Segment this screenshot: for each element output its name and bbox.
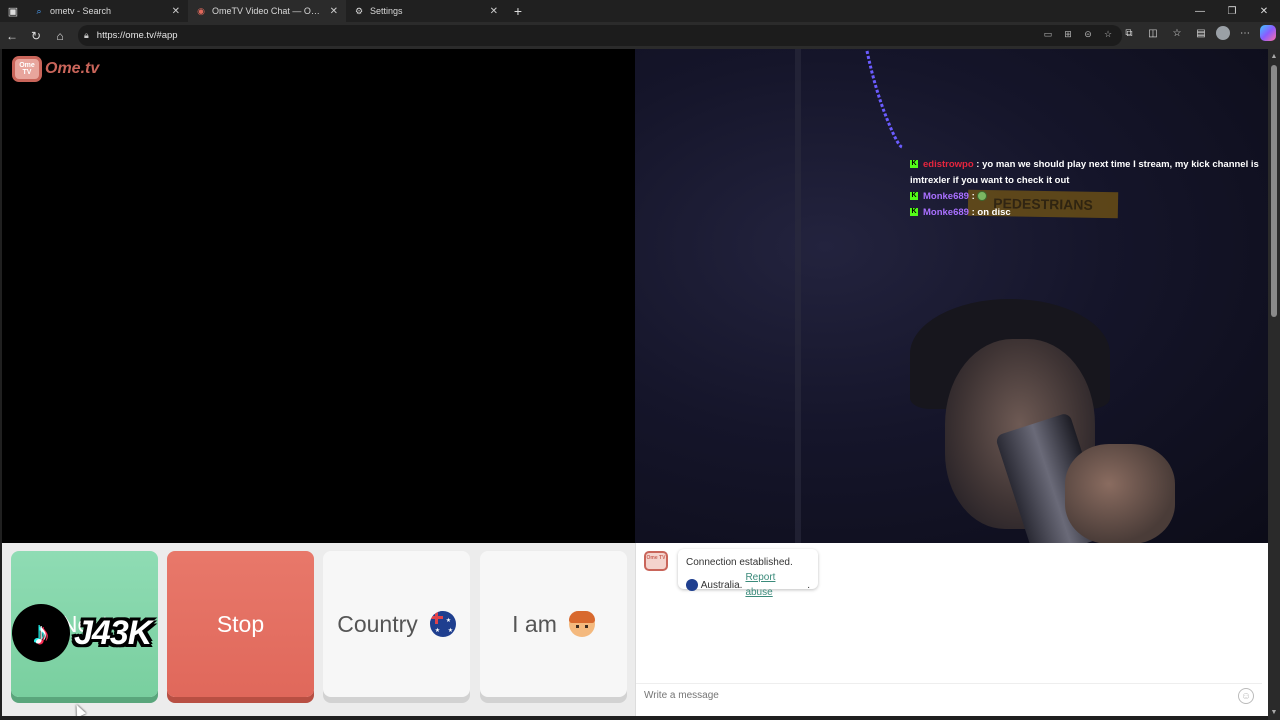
- chat-line: Kedistrowpo : yo man we should play next…: [910, 157, 1280, 189]
- kick-icon: K: [910, 208, 918, 217]
- url-actions: ▭ ⊞ ⊝ ☆: [1042, 29, 1114, 40]
- hand: [1065, 444, 1175, 543]
- tab-actions-icon[interactable]: ▣: [0, 0, 26, 22]
- emote-icon: [977, 191, 988, 202]
- country-button[interactable]: Country ★ ★ ★: [323, 551, 470, 697]
- connection-status: Connection established.: [686, 557, 793, 568]
- address-bar: ← ↻ ⌂ 🔒︎ https://ome.tv/#app ▭ ⊞ ⊝ ☆ ⧉ ◫…: [0, 22, 1280, 49]
- window-bottom-edge: [0, 716, 1268, 720]
- chat-separator: :: [973, 159, 983, 170]
- text-chat-panel: Ome TV Connection established. Australia…: [635, 543, 1268, 717]
- close-tab-icon[interactable]: ✕: [330, 6, 338, 17]
- favorite-star-icon[interactable]: ☆: [1102, 29, 1114, 40]
- logo-text: Ome.tv: [45, 60, 100, 77]
- boy-face-icon: [568, 611, 595, 637]
- chat-separator: :: [968, 191, 978, 202]
- extensions-icon[interactable]: ⧉: [1120, 28, 1138, 39]
- back-icon[interactable]: ←: [0, 24, 24, 48]
- country-row: Australia. Report abuse.: [686, 570, 810, 600]
- home-icon[interactable]: ⌂: [48, 24, 72, 48]
- collections-icon[interactable]: ▤: [1192, 28, 1210, 39]
- tab-title: ometv - Search: [50, 6, 112, 16]
- ometv-app: Ome TV Ome.tv PEDESTRIANS Next Stop Coun…: [2, 49, 1268, 717]
- scrollbar-thumb[interactable]: [1271, 65, 1277, 317]
- chat-line: K Monke689 :: [910, 189, 1280, 205]
- url-text[interactable]: https://ome.tv/#app: [97, 30, 178, 41]
- tiktok-icon: ♪: [12, 604, 70, 662]
- iam-label: I am: [512, 610, 557, 637]
- tab-bar: ▣ ⌕ ometv - Search ✕ ◉ OmeTV Video Chat …: [0, 0, 1280, 22]
- tab-search[interactable]: ⌕ ometv - Search ✕: [26, 0, 188, 22]
- gender-button[interactable]: I am: [480, 551, 627, 697]
- tab-title: Settings: [370, 6, 403, 16]
- tab-settings[interactable]: ⚙ Settings ✕: [346, 0, 506, 22]
- self-video-area: PEDESTRIANS: [635, 49, 1268, 543]
- chat-username: Monke689: [923, 207, 969, 218]
- stream-chat-overlay: Kedistrowpo : yo man we should play next…: [910, 157, 1280, 221]
- report-abuse-link[interactable]: Report abuse: [745, 570, 804, 600]
- scroll-down-icon[interactable]: ▼: [1270, 709, 1278, 716]
- search-icon: ⌕: [36, 5, 42, 16]
- stop-label: Stop: [216, 610, 265, 637]
- country-label: Country: [337, 610, 418, 637]
- page-scrollbar[interactable]: ▲ ▼: [1268, 49, 1280, 720]
- camera-icon[interactable]: ▭: [1042, 29, 1054, 40]
- menu-dots-icon[interactable]: ⋯: [1236, 28, 1254, 39]
- chat-text: on disc: [977, 207, 1011, 218]
- ometv-system-avatar: Ome TV: [644, 551, 668, 571]
- system-message: Connection established. Australia. Repor…: [678, 549, 818, 598]
- watermark-name: J43K: [74, 613, 152, 652]
- minimize-icon[interactable]: —: [1184, 0, 1216, 22]
- australia-flag-icon: ★ ★ ★: [429, 611, 456, 637]
- emoji-icon[interactable]: ☺: [1238, 688, 1254, 704]
- partner-video-area: Ome TV Ome.tv: [2, 49, 635, 543]
- chat-username: Monke689: [923, 191, 969, 202]
- close-tab-icon[interactable]: ✕: [172, 6, 180, 17]
- chat-username: edistrowpo: [923, 159, 974, 170]
- more-icon[interactable]: ⊝: [1082, 29, 1094, 40]
- report-tail: .: [807, 579, 810, 591]
- copilot-icon[interactable]: [1260, 25, 1276, 41]
- tv-icon: Ome TV: [12, 56, 42, 82]
- tab-title: OmeTV Video Chat — Omegle: [212, 6, 324, 16]
- kick-icon: K: [910, 160, 918, 169]
- new-tab-button[interactable]: +: [506, 0, 530, 22]
- refresh-icon[interactable]: ↻: [24, 24, 48, 48]
- ometv-logo[interactable]: Ome TV Ome.tv: [12, 56, 99, 82]
- doorframe: [795, 49, 801, 543]
- restore-icon[interactable]: ❐: [1216, 0, 1248, 22]
- url-field[interactable]: 🔒︎ https://ome.tv/#app ▭ ⊞ ⊝ ☆: [78, 25, 1122, 46]
- led-strip: [865, 50, 904, 149]
- message-input[interactable]: [644, 690, 1224, 701]
- tab-ometv[interactable]: ◉ OmeTV Video Chat — Omegle ✕: [188, 0, 346, 22]
- message-input-row: ☺: [636, 683, 1262, 707]
- toolbar-right: ⧉ ◫ ☆ ▤ ⋯: [1120, 25, 1276, 41]
- stop-button[interactable]: Stop: [167, 551, 314, 697]
- close-tab-icon[interactable]: ✕: [490, 6, 498, 17]
- tiktok-watermark: ♪ J43K: [12, 604, 152, 662]
- gear-icon: ⚙: [354, 5, 364, 16]
- lock-icon[interactable]: 🔒︎: [84, 30, 89, 41]
- kick-icon: K: [910, 192, 918, 201]
- scroll-up-icon[interactable]: ▲: [1270, 53, 1278, 60]
- profile-avatar[interactable]: [1216, 26, 1230, 40]
- window-controls: — ❐ ✕: [1184, 0, 1280, 22]
- australia-flag-icon: [686, 579, 698, 591]
- country-name: Australia.: [700, 579, 743, 591]
- chat-line: K Monke689 : on disc: [910, 205, 1280, 221]
- split-screen-icon[interactable]: ◫: [1144, 28, 1162, 39]
- ometv-favicon: ◉: [197, 5, 205, 16]
- close-window-icon[interactable]: ✕: [1248, 0, 1280, 22]
- favorites-icon[interactable]: ☆: [1168, 28, 1186, 39]
- app-icon[interactable]: ⊞: [1062, 29, 1074, 40]
